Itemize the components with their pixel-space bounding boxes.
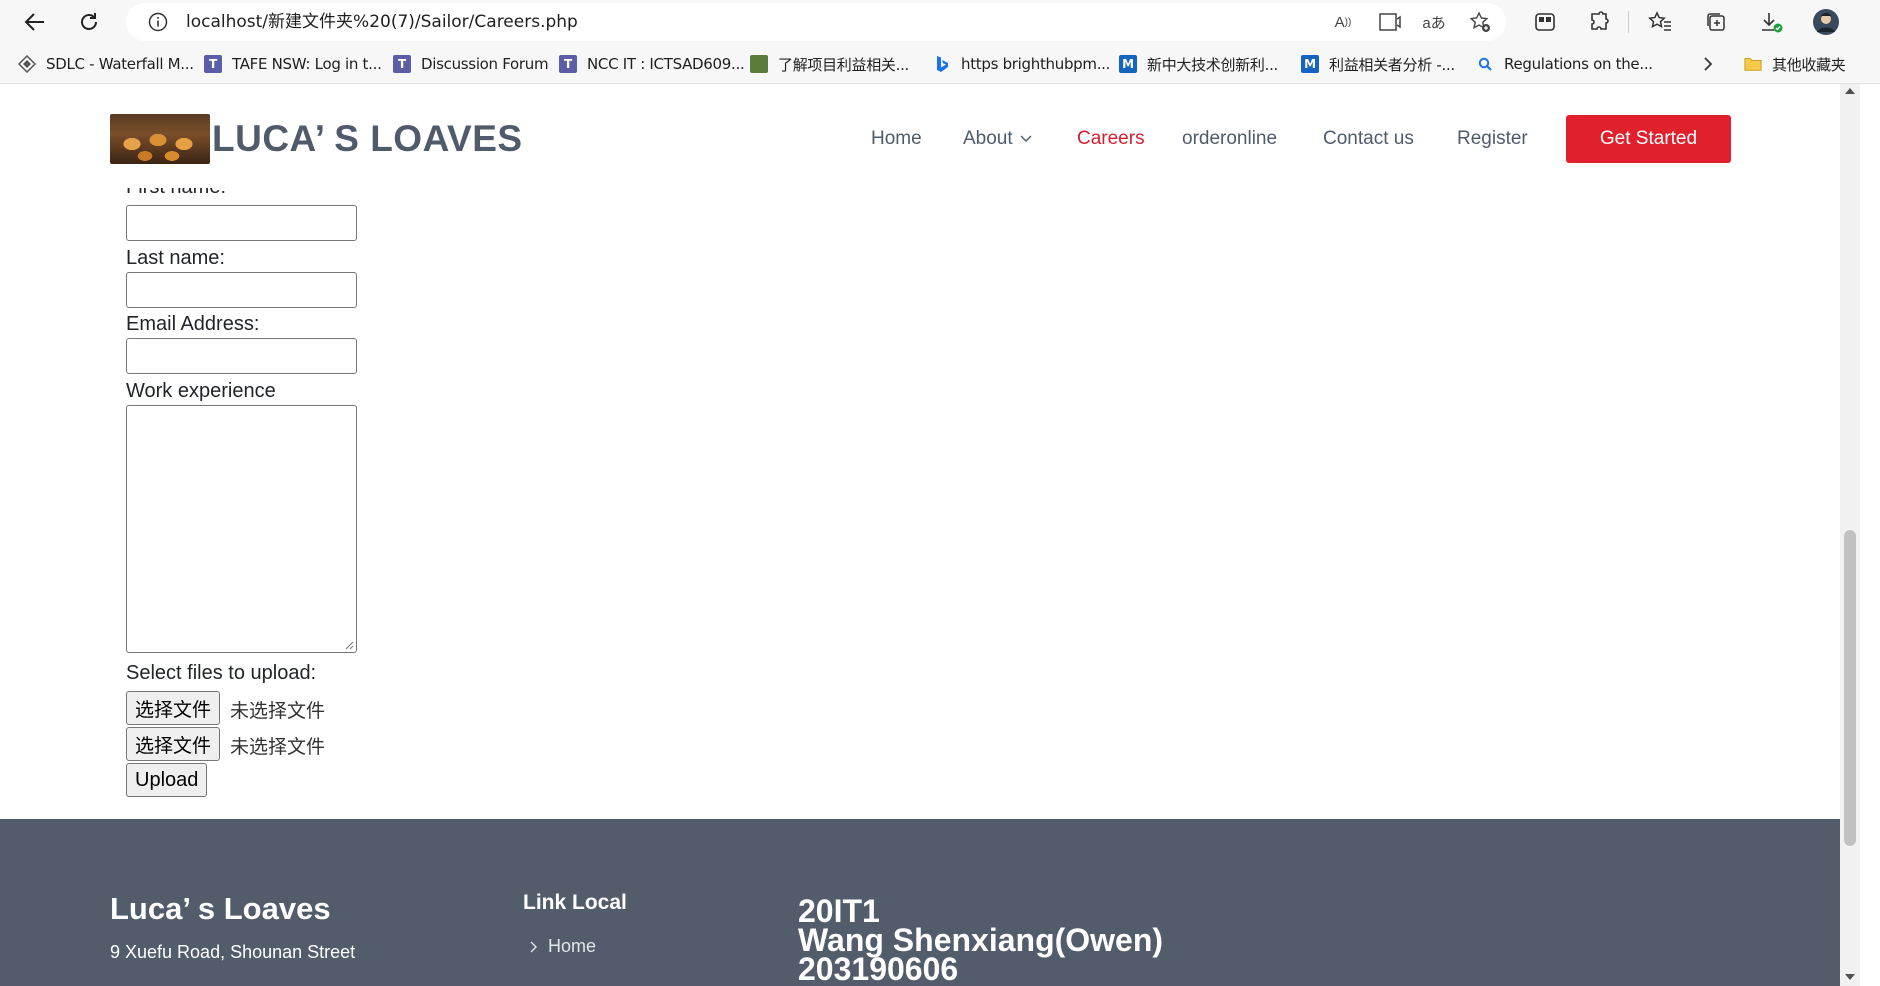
other-bookmarks[interactable]: 其他收藏夹 xyxy=(1744,52,1846,76)
footer-student-info: 20IT1 Wang Shenxiang(Owen) 203190606 xyxy=(798,895,1163,986)
extensions-icon[interactable] xyxy=(1585,9,1613,35)
last-name-label: Last name: xyxy=(126,247,225,269)
site-info-icon[interactable] xyxy=(148,12,168,32)
choose-file-button-1[interactable]: 选择文件 xyxy=(126,691,221,725)
bookmark-label: 新中大技术创新利... xyxy=(1147,55,1279,74)
m-icon: M xyxy=(1119,55,1137,73)
footer-link-home[interactable]: Home xyxy=(530,936,596,957)
site-footer: Luca’ s Loaves 9 Xuefu Road, Shounan Str… xyxy=(0,819,1840,986)
last-name-input[interactable] xyxy=(126,272,357,308)
bookmark-label: Regulations on the... xyxy=(1504,55,1653,73)
folder-icon xyxy=(1744,55,1762,73)
nav-about[interactable]: About xyxy=(963,114,1032,164)
read-aloud-icon[interactable]: A)) xyxy=(1331,11,1355,33)
other-bookmarks-label: 其他收藏夹 xyxy=(1772,55,1846,74)
refresh-icon[interactable] xyxy=(74,7,104,37)
tafe-icon: T xyxy=(204,55,222,73)
footer-links-title: Link Local xyxy=(523,891,627,914)
bing-icon xyxy=(933,55,951,73)
footer-brand: Luca’ s Loaves xyxy=(110,891,331,926)
resize-grip-icon[interactable] xyxy=(344,640,354,650)
url-text[interactable]: localhost/新建文件夹%20(7)/Sailor/Careers.php xyxy=(186,3,578,41)
page-viewport: First name: Last name: Email Address: Wo… xyxy=(0,84,1840,986)
green-book-icon xyxy=(750,55,768,73)
collections-icon[interactable] xyxy=(1702,9,1730,35)
bookmark-regulations[interactable]: Regulations on the... xyxy=(1476,52,1653,76)
tafe-icon: T xyxy=(559,55,577,73)
chevron-right-icon xyxy=(530,941,537,952)
nav-careers[interactable]: Careers xyxy=(1077,114,1145,164)
scrollbar-thumb[interactable] xyxy=(1844,530,1856,846)
favorite-add-icon[interactable] xyxy=(1468,11,1492,33)
search-icon xyxy=(1476,55,1494,73)
footer-address: 9 Xuefu Road, Shounan Street xyxy=(110,942,356,962)
address-bar[interactable]: localhost/新建文件夹%20(7)/Sailor/Careers.php… xyxy=(126,3,1506,41)
downloads-icon[interactable] xyxy=(1757,9,1785,35)
work-experience-textarea[interactable] xyxy=(126,405,357,653)
bookmark-ncc[interactable]: T NCC IT : ICTSAD609... xyxy=(559,52,745,76)
upload-label: Select files to upload: xyxy=(126,662,317,684)
bookmark-label: SDLC - Waterfall M... xyxy=(46,55,194,73)
bookmark-label: Discussion Forum xyxy=(421,55,549,73)
bookmarks-bar: SDLC - Waterfall M... T TAFE NSW: Log in … xyxy=(0,44,1880,84)
sdlc-icon xyxy=(18,55,36,73)
footer-info-line-3: 203190606 xyxy=(798,951,959,986)
workspaces-icon[interactable] xyxy=(1531,9,1559,35)
email-label: Email Address: xyxy=(126,313,260,335)
email-input[interactable] xyxy=(126,338,357,374)
scroll-up-arrow-icon[interactable] xyxy=(1845,88,1855,94)
translate-icon[interactable]: aあ xyxy=(1422,11,1446,33)
get-started-button[interactable]: Get Started xyxy=(1566,115,1731,163)
upload-button[interactable]: Upload xyxy=(126,763,208,797)
choose-file-button-2[interactable]: 选择文件 xyxy=(126,727,221,761)
bookmarks-overflow-chevron-icon[interactable] xyxy=(1702,52,1714,76)
chevron-down-icon xyxy=(1020,135,1032,142)
bookmark-brighthub[interactable]: https brighthubpm... xyxy=(933,52,1110,76)
nav-orderonline[interactable]: orderonline xyxy=(1182,114,1277,164)
file-status-1: 未选择文件 xyxy=(230,700,326,722)
footer-link-label: Home xyxy=(548,936,597,956)
nav-register[interactable]: Register xyxy=(1457,114,1528,164)
bookmark-label: 了解项目利益相关... xyxy=(778,55,910,74)
bookmark-xinzhongda[interactable]: M 新中大技术创新利... xyxy=(1119,52,1278,76)
profile-avatar[interactable] xyxy=(1812,9,1840,35)
bookmark-discussion[interactable]: T Discussion Forum xyxy=(393,52,549,76)
work-experience-label: Work experience xyxy=(126,380,276,402)
tafe-icon: T xyxy=(393,55,411,73)
bookmark-sdlc[interactable]: SDLC - Waterfall M... xyxy=(18,52,194,76)
bookmark-label: TAFE NSW: Log in t... xyxy=(232,55,382,73)
nav-contact[interactable]: Contact us xyxy=(1323,114,1414,164)
bookmark-analysis[interactable]: M 利益相关者分析 -... xyxy=(1301,52,1455,76)
back-icon[interactable] xyxy=(20,7,50,37)
bookmark-label: https brighthubpm... xyxy=(961,55,1111,73)
nav-about-label: About xyxy=(963,128,1013,149)
m-icon: M xyxy=(1301,55,1319,73)
page-scrollbar[interactable] xyxy=(1840,84,1860,986)
bookmark-label: 利益相关者分析 -... xyxy=(1329,55,1455,74)
toolbar-divider xyxy=(1628,11,1629,33)
main-nav: Home About Careers orderonline Contact u… xyxy=(0,114,1840,164)
bookmark-tafe[interactable]: T TAFE NSW: Log in t... xyxy=(204,52,382,76)
bookmark-label: NCC IT : ICTSAD609... xyxy=(587,55,745,73)
favorites-icon[interactable] xyxy=(1646,9,1674,35)
site-header: LUCA’ S LOAVES Home About Careers ordero… xyxy=(0,84,1840,188)
first-name-input[interactable] xyxy=(126,205,357,241)
scroll-down-arrow-icon[interactable] xyxy=(1845,974,1855,980)
nav-home[interactable]: Home xyxy=(871,114,922,164)
browser-toolbar: localhost/新建文件夹%20(7)/Sailor/Careers.php… xyxy=(0,0,1880,44)
file-status-2: 未选择文件 xyxy=(230,736,326,758)
bookmark-stakeholder[interactable]: 了解项目利益相关... xyxy=(750,52,909,76)
immersive-reader-icon[interactable] xyxy=(1378,11,1402,33)
